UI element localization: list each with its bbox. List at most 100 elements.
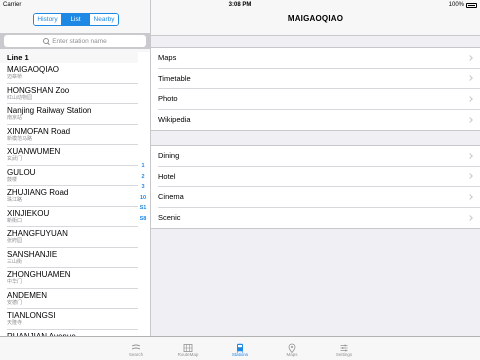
station-name-chinese: 新街口 bbox=[7, 217, 23, 224]
menu-cell-label: Wikipedia bbox=[158, 115, 191, 125]
tab-maps[interactable]: Maps bbox=[266, 337, 318, 360]
search-placeholder: Enter station name bbox=[52, 37, 107, 45]
station-name-chinese: 天隆寺 bbox=[7, 320, 23, 326]
segment-history[interactable]: History bbox=[34, 14, 62, 25]
chevron-right-icon bbox=[467, 54, 473, 61]
station-detail-pane: MAIGAOQIAO Maps Timetable Photo Wikipedia D… bbox=[151, 0, 480, 336]
station-name: ZHANGFUYUAN bbox=[7, 229, 68, 238]
station-name-chinese: 新模范马路 bbox=[7, 135, 33, 142]
menu-cell-photo[interactable]: Photo bbox=[158, 89, 480, 110]
station-name-chinese: 中华门 bbox=[7, 279, 23, 285]
search-icon bbox=[43, 38, 50, 44]
nearby-group: Dining Hotel Cinema Scenic bbox=[151, 145, 480, 229]
index-entry[interactable]: 3 bbox=[137, 182, 149, 193]
station-name-chinese: 安德门 bbox=[7, 299, 23, 306]
menu-cell-wikipedia[interactable]: Wikipedia bbox=[158, 110, 480, 131]
menu-cell-label: Dining bbox=[158, 151, 180, 161]
menu-cell-label: Maps bbox=[158, 53, 177, 63]
list-mode-segmented-control: History List Nearby bbox=[33, 13, 119, 26]
station-name-chinese: 三山街 bbox=[7, 258, 23, 265]
station-list-pane: History List Nearby Enter station name L… bbox=[0, 0, 151, 336]
menu-cell-label: Hotel bbox=[158, 171, 176, 181]
menu-cell-hotel[interactable]: Hotel bbox=[158, 167, 480, 187]
station-search-input[interactable]: Enter station name bbox=[4, 35, 146, 47]
menu-cell-label: Scenic bbox=[158, 213, 181, 223]
battery-icon bbox=[466, 2, 477, 8]
index-entry[interactable]: 2 bbox=[137, 172, 149, 183]
tab-routemap[interactable]: RouteMap bbox=[162, 337, 214, 360]
chevron-right-icon bbox=[467, 95, 473, 102]
menu-cell-label: Cinema bbox=[158, 192, 184, 202]
map-grid-icon bbox=[183, 340, 193, 352]
index-entry[interactable]: 10 bbox=[137, 193, 149, 204]
station-name: ZHUJIANG Road bbox=[7, 188, 69, 197]
station-row[interactable]: ZHUJIANG Road 珠江路 bbox=[7, 186, 138, 207]
station-name: XINJIEKOU bbox=[7, 208, 50, 218]
station-row[interactable]: SANSHANJIE 三山街 bbox=[7, 248, 138, 268]
station-row[interactable]: TIANLONGSI 天隆寺 bbox=[7, 309, 138, 330]
segment-nearby[interactable]: Nearby bbox=[90, 14, 118, 25]
station-name-chinese: 鼓楼 bbox=[7, 176, 18, 183]
station-row[interactable]: XINJIEKOU 新街口 bbox=[7, 207, 138, 227]
station-list: MAIGAOQIAO 迈皋桥 HONGSHAN Zoo 红山动物园 Nanjing Ra… bbox=[0, 63, 138, 336]
station-name: TIANLONGSI bbox=[7, 311, 56, 320]
station-name: Nanjing Railway Station bbox=[7, 106, 92, 115]
station-row[interactable]: HONGSHAN Zoo 红山动物园 bbox=[7, 84, 138, 104]
chevron-right-icon bbox=[467, 152, 473, 159]
chevron-right-icon bbox=[467, 214, 473, 221]
station-name: GULOU bbox=[7, 167, 36, 177]
search-tab-icon bbox=[131, 340, 141, 350]
menu-cell-label: Photo bbox=[158, 94, 178, 104]
station-name: MAIGAOQIAO bbox=[7, 65, 60, 74]
chevron-right-icon bbox=[467, 193, 473, 200]
station-name-chinese: 珠江路 bbox=[7, 197, 23, 203]
segment-list[interactable]: List bbox=[62, 14, 90, 25]
station-name: XUANWUMEN bbox=[7, 147, 61, 156]
tab-search[interactable]: Search bbox=[110, 337, 162, 360]
station-name: XINMOFAN Road bbox=[7, 126, 71, 136]
station-name-chinese: 张府园 bbox=[7, 238, 23, 244]
station-name-chinese: 南京站 bbox=[7, 115, 23, 121]
menu-cell-maps[interactable]: Maps bbox=[158, 48, 480, 69]
station-row[interactable]: Nanjing Railway Station 南京站 bbox=[7, 104, 138, 125]
station-name: ZHONGHUAMEN bbox=[7, 270, 71, 279]
status-bar: Carrier 3:08 PM 100% bbox=[0, 0, 480, 10]
station-name-chinese: 红山动物园 bbox=[7, 94, 33, 101]
line-index-bar[interactable]: 1 2 3 10 S1 S8 bbox=[137, 161, 149, 224]
tab-label: Stations bbox=[231, 352, 249, 357]
station-row[interactable]: XINMOFAN Road 新模范马路 bbox=[7, 125, 138, 145]
tab-label: Search bbox=[128, 352, 144, 357]
chevron-right-icon bbox=[467, 75, 473, 82]
menu-cell-dining[interactable]: Dining bbox=[158, 146, 480, 167]
chevron-right-icon bbox=[467, 116, 473, 123]
index-entry[interactable]: S8 bbox=[137, 214, 149, 225]
menu-cell-timetable[interactable]: Timetable bbox=[158, 69, 480, 89]
sliders-icon bbox=[339, 340, 349, 352]
tab-label: Settings bbox=[335, 352, 353, 357]
tab-label: RouteMap bbox=[177, 352, 199, 357]
station-row[interactable]: ANDEMEN 安德门 bbox=[7, 289, 138, 309]
station-row[interactable]: GULOU 鼓楼 bbox=[7, 166, 138, 186]
station-row[interactable]: ZHONGHUAMEN 中华门 bbox=[7, 268, 138, 289]
tab-settings[interactable]: Settings bbox=[318, 337, 370, 360]
station-row[interactable]: XUANWUMEN 玄武门 bbox=[7, 145, 138, 166]
station-name: HONGSHAN Zoo bbox=[7, 85, 70, 95]
location-pin-icon bbox=[287, 340, 297, 354]
station-row[interactable]: MAIGAOQIAO 迈皋桥 bbox=[7, 63, 138, 84]
index-entry[interactable]: S1 bbox=[137, 203, 149, 214]
search-bar: Enter station name bbox=[0, 33, 150, 49]
tab-stations[interactable]: Stations bbox=[214, 337, 266, 360]
station-name-chinese: 玄武门 bbox=[7, 156, 23, 162]
station-row[interactable]: ZHANGFUYUAN 张府园 bbox=[7, 227, 138, 248]
tab-bar: Search RouteMap Stations Maps Settings bbox=[0, 336, 480, 360]
menu-cell-cinema[interactable]: Cinema bbox=[158, 187, 480, 208]
line-section-header: Line 1 bbox=[0, 52, 138, 63]
index-entry[interactable]: 1 bbox=[137, 161, 149, 172]
train-icon bbox=[235, 340, 245, 353]
chevron-right-icon bbox=[467, 173, 473, 180]
menu-cell-label: Timetable bbox=[158, 73, 191, 83]
station-name: ANDEMEN bbox=[7, 290, 48, 300]
menu-cell-scenic[interactable]: Scenic bbox=[158, 208, 480, 229]
station-name-chinese: 迈皋桥 bbox=[7, 74, 23, 80]
tab-label: Maps bbox=[286, 352, 298, 357]
